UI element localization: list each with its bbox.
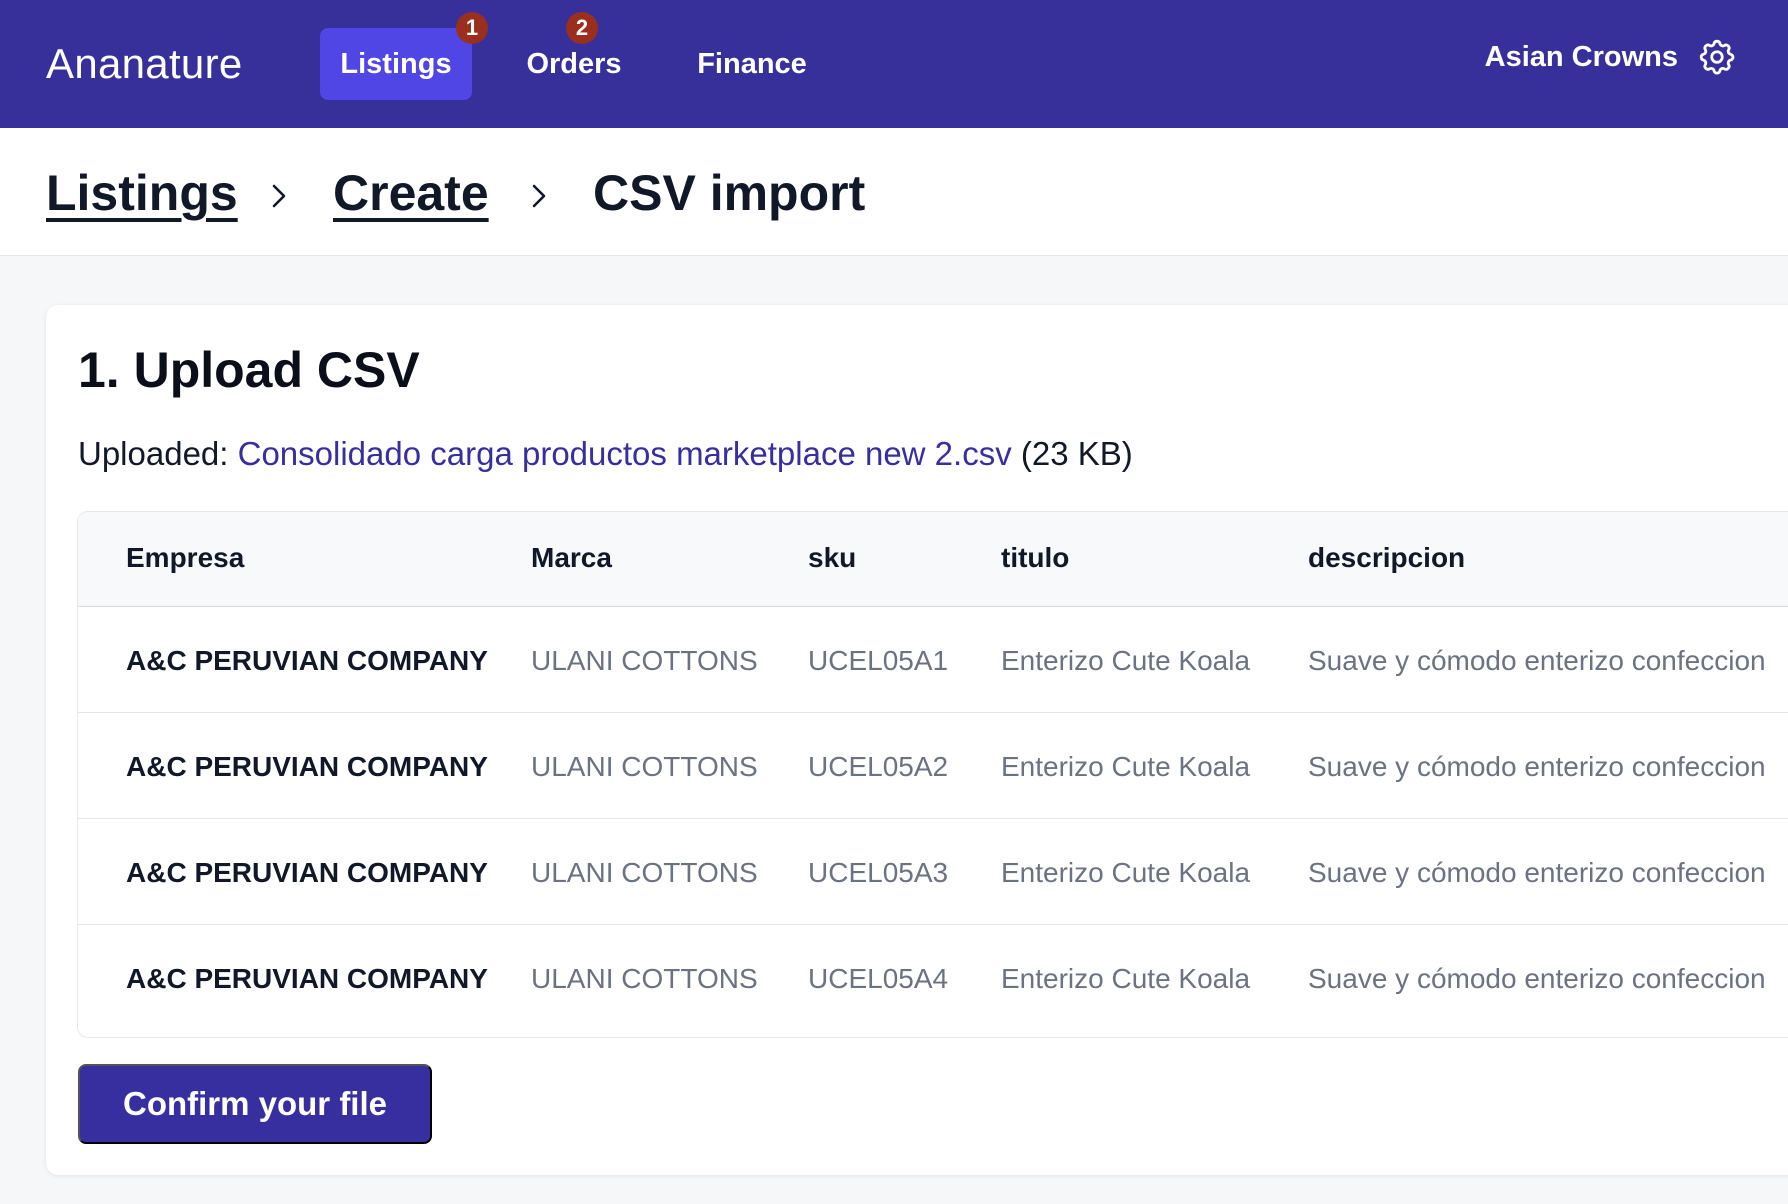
cell-titulo: Enterizo Cute Koala: [1001, 751, 1251, 782]
table-row: A&C PERUVIAN COMPANY ULANI COTTONS UCEL0…: [78, 819, 1788, 925]
table-row: A&C PERUVIAN COMPANY ULANI COTTONS UCEL0…: [78, 607, 1788, 713]
chevron-right-icon: [532, 184, 546, 208]
cell-empresa: A&C PERUVIAN COMPANY: [126, 963, 488, 994]
cell-empresa: A&C PERUVIAN COMPANY: [126, 645, 488, 676]
upload-card: 1. Upload CSV Uploaded: Consolidado carg…: [46, 305, 1788, 1175]
nav-tab-listings[interactable]: Listings 1: [320, 12, 488, 100]
cell-sku: UCEL05A2: [808, 751, 949, 782]
cell-sku: UCEL05A1: [808, 645, 949, 676]
nav-tab-label: Orders: [526, 47, 622, 80]
nav-tab-label: Finance: [697, 47, 807, 80]
account-name: Asian Crowns: [1484, 40, 1678, 73]
breadcrumb-current: CSV import: [593, 165, 866, 221]
breadcrumb-create[interactable]: Create: [333, 164, 489, 222]
nav-tab-orders[interactable]: Orders 2: [504, 12, 644, 100]
cell-marca: ULANI COTTONS: [531, 751, 758, 782]
cell-titulo: Enterizo Cute Koala: [1001, 645, 1251, 676]
cell-marca: ULANI COTTONS: [531, 857, 758, 888]
cell-empresa: A&C PERUVIAN COMPANY: [126, 751, 488, 782]
uploaded-file-info: Uploaded: Consolidado carga productos ma…: [78, 435, 1133, 473]
file-size: (23 KB): [1020, 435, 1133, 472]
gear-icon[interactable]: [1696, 36, 1738, 78]
notification-badge: 2: [566, 12, 598, 44]
brand-logo[interactable]: Ananature: [46, 40, 243, 88]
uploaded-label: Uploaded:: [78, 435, 229, 472]
column-header-titulo: titulo: [1001, 542, 1070, 573]
cell-sku: UCEL05A4: [808, 963, 949, 994]
breadcrumb: Listings Create CSV import: [0, 128, 1788, 256]
csv-preview-table: Empresa Marca sku titulo descripcion A&C…: [78, 512, 1788, 1037]
top-navbar: Ananature Listings 1 Orders 2 Finance As…: [0, 0, 1788, 128]
cell-descripcion: Suave y cómodo enterizo confeccion: [1308, 645, 1766, 676]
account-menu[interactable]: Asian Crowns: [1485, 36, 1738, 78]
cell-empresa: A&C PERUVIAN COMPANY: [126, 857, 488, 888]
confirm-file-button[interactable]: Confirm your file: [78, 1064, 432, 1144]
notification-badge: 1: [456, 12, 488, 44]
cell-descripcion: Suave y cómodo enterizo confeccion: [1308, 751, 1766, 782]
table-row: A&C PERUVIAN COMPANY ULANI COTTONS UCEL0…: [78, 713, 1788, 819]
table-header: Empresa Marca sku titulo descripcion: [78, 512, 1788, 607]
nav-tab-label: Listings: [340, 47, 452, 80]
cell-descripcion: Suave y cómodo enterizo confeccion: [1308, 857, 1766, 888]
cell-descripcion: Suave y cómodo enterizo confeccion: [1308, 963, 1766, 994]
column-header-empresa: Empresa: [126, 542, 245, 573]
column-header-marca: Marca: [531, 542, 612, 573]
chevron-right-icon: [272, 184, 286, 208]
cell-marca: ULANI COTTONS: [531, 963, 758, 994]
cell-titulo: Enterizo Cute Koala: [1001, 857, 1251, 888]
breadcrumb-listings[interactable]: Listings: [46, 164, 238, 222]
column-header-sku: sku: [808, 542, 857, 573]
table-row: A&C PERUVIAN COMPANY ULANI COTTONS UCEL0…: [78, 925, 1788, 1031]
uploaded-file-link[interactable]: Consolidado carga productos marketplace …: [238, 435, 1012, 472]
column-header-descripcion: descripcion: [1308, 542, 1466, 573]
section-title: 1. Upload CSV: [78, 342, 420, 398]
cell-sku: UCEL05A3: [808, 857, 949, 888]
cell-titulo: Enterizo Cute Koala: [1001, 963, 1251, 994]
cell-marca: ULANI COTTONS: [531, 645, 758, 676]
nav-tab-finance[interactable]: Finance: [680, 28, 824, 100]
